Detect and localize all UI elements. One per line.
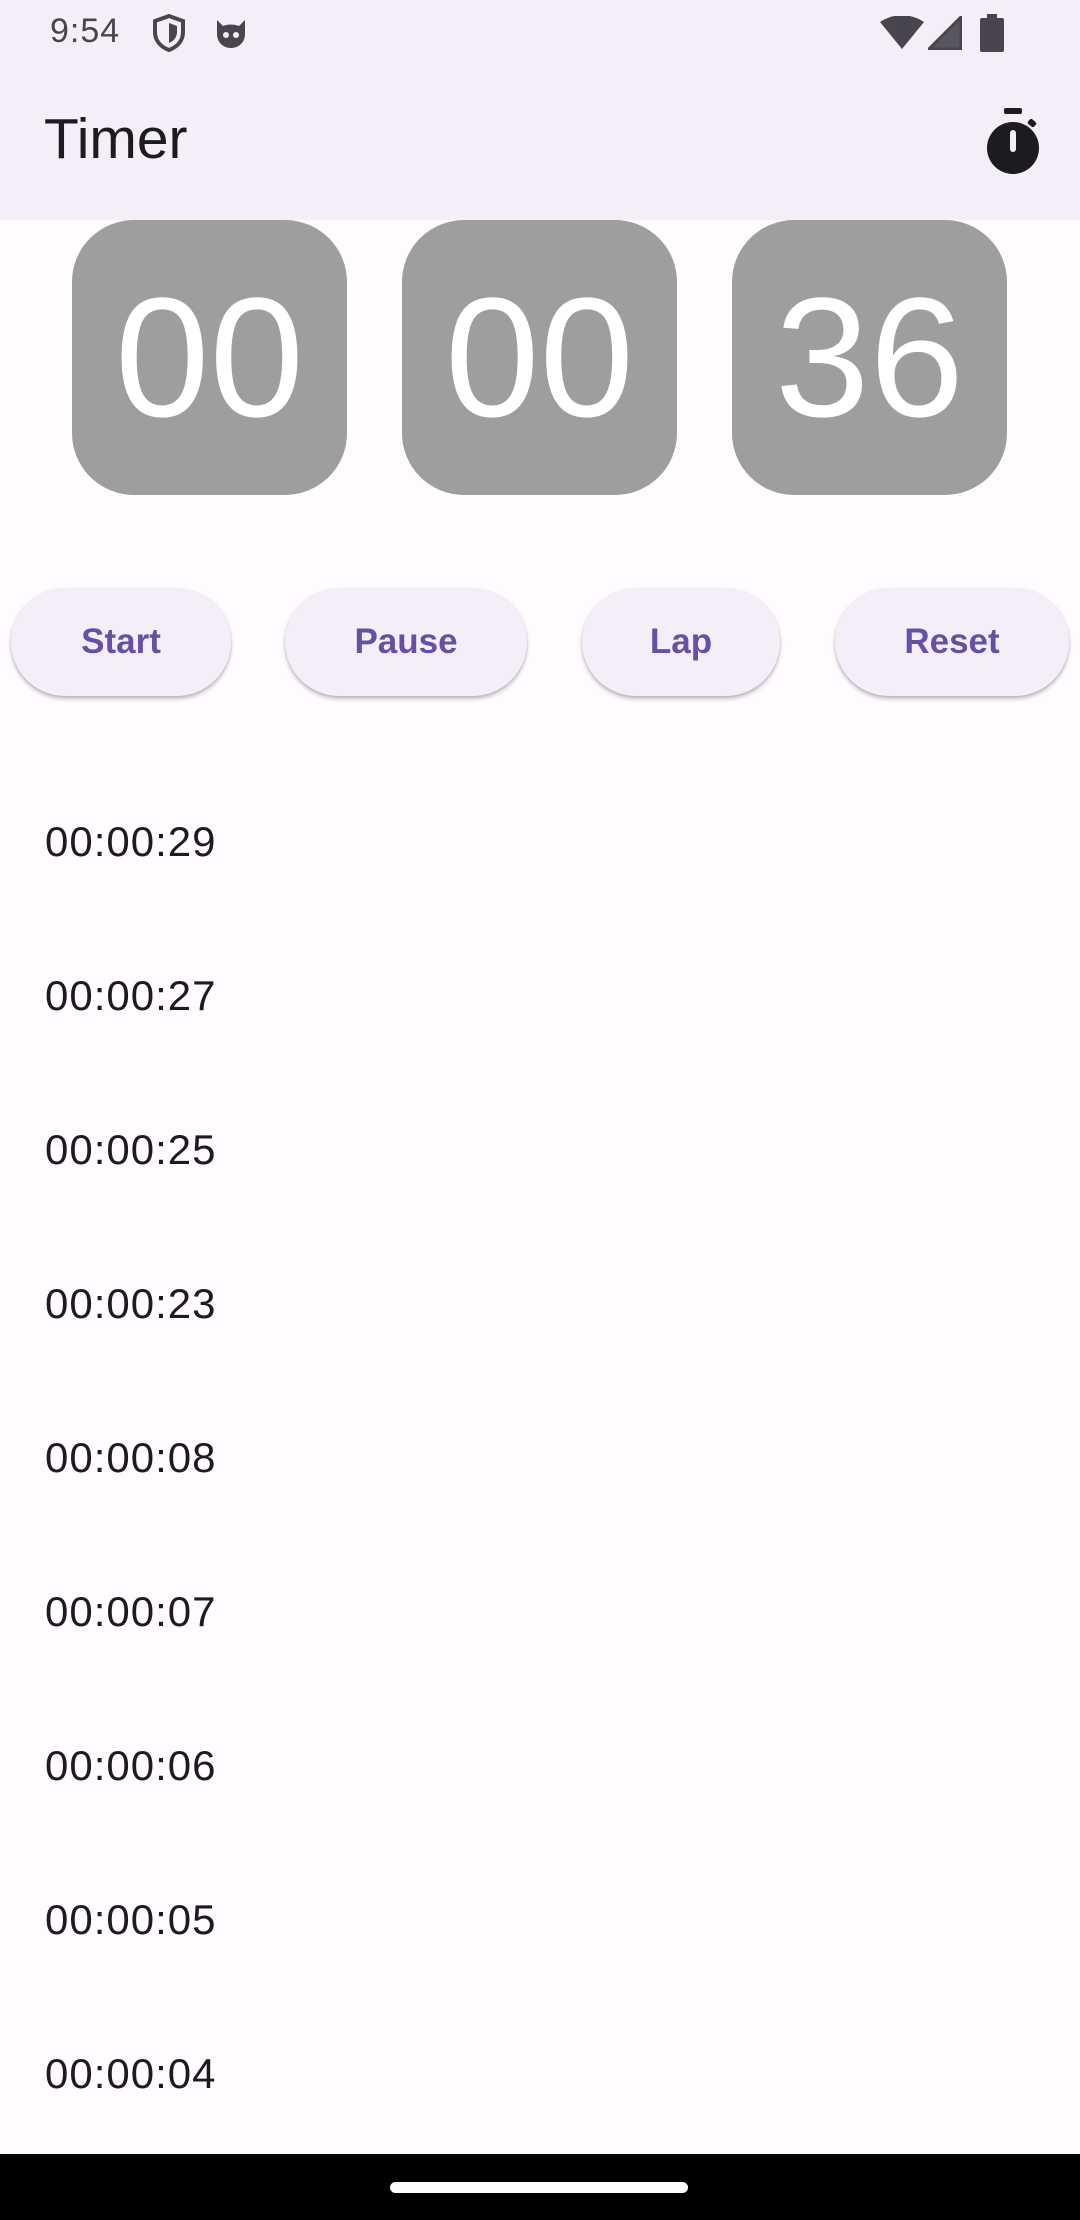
page-title: Timer	[44, 107, 188, 171]
list-item: 00:00:23	[45, 1280, 217, 1327]
system-nav-bar	[0, 2154, 1080, 2220]
wifi-icon	[880, 15, 924, 55]
pause-button[interactable]: Pause	[285, 588, 527, 696]
cat-face-icon	[212, 14, 250, 57]
list-item: 00:00:04	[45, 2050, 217, 2097]
list-item: 00:00:08	[45, 1434, 217, 1481]
hours-display: 00	[72, 220, 347, 495]
minutes-display: 00	[402, 220, 677, 495]
list-item: 00:00:05	[45, 1896, 217, 1943]
home-gesture-handle[interactable]	[390, 2182, 688, 2193]
signal-icon	[925, 13, 963, 55]
list-item: 00:00:07	[45, 1588, 217, 1635]
seconds-display: 36	[732, 220, 1007, 495]
list-item: 00:00:27	[45, 972, 217, 1019]
stopwatch-icon[interactable]	[980, 108, 1046, 180]
shield-icon	[152, 13, 186, 57]
lap-button[interactable]: Lap	[582, 588, 780, 696]
status-bar: 9:54	[0, 0, 1080, 66]
battery-icon	[980, 14, 1004, 57]
list-item: 00:00:29	[45, 818, 217, 865]
list-item: 00:00:25	[45, 1126, 217, 1173]
reset-button[interactable]: Reset	[835, 588, 1069, 696]
top-app-bar: Timer	[0, 66, 1080, 220]
list-item: 00:00:06	[45, 1742, 217, 1789]
status-time: 9:54	[50, 12, 121, 50]
start-button[interactable]: Start	[11, 588, 231, 696]
